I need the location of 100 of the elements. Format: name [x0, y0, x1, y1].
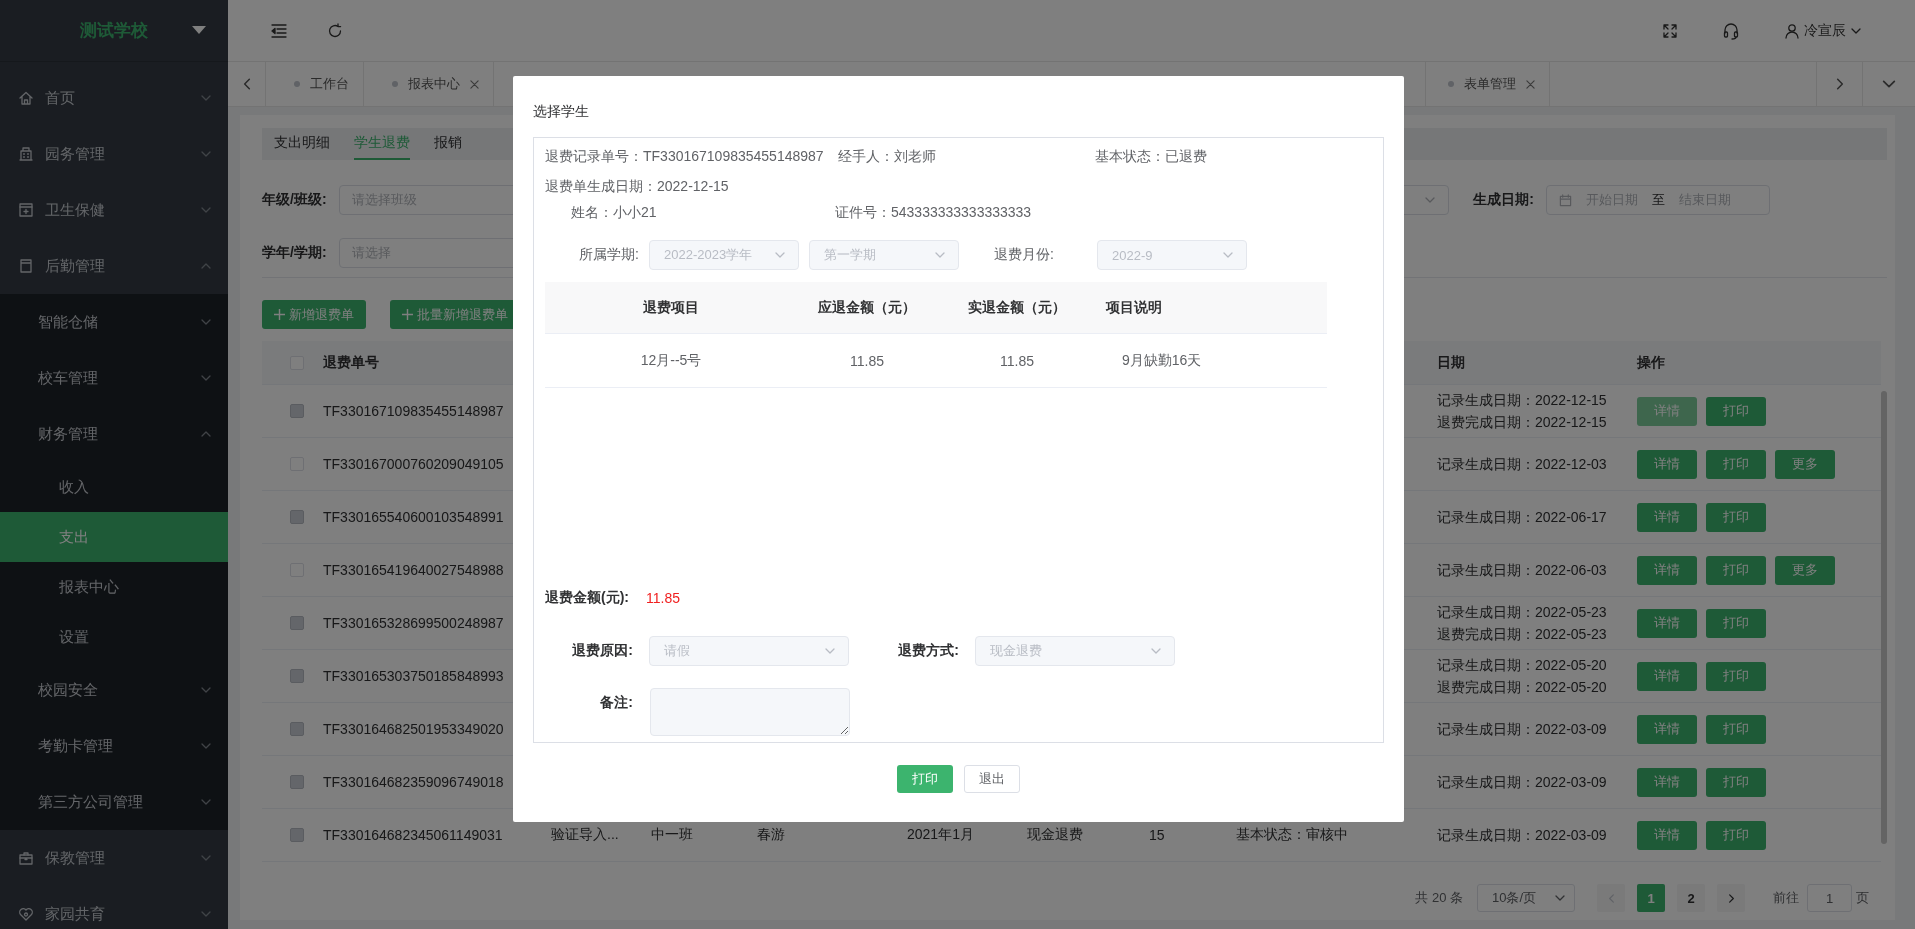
table-cell: TF330165419640027548988	[323, 562, 504, 578]
filter-label: 年级/班级:	[262, 191, 327, 209]
table-cell: 中一班	[651, 826, 693, 842]
menu-item[interactable]: 财务管理	[0, 406, 228, 462]
form-label: 备注:	[599, 693, 633, 712]
page-tab[interactable]: 工作台	[266, 62, 364, 106]
column-header: 日期	[1437, 353, 1466, 372]
medical-box-icon	[18, 202, 34, 218]
menu-item[interactable]: 保教管理	[0, 830, 228, 886]
add-button[interactable]: 新增退费单	[262, 300, 366, 329]
menu-item[interactable]: 设置	[0, 612, 228, 662]
menu-item[interactable]: 首页	[0, 70, 228, 126]
page-button[interactable]: 1	[1637, 884, 1665, 912]
info-text: 经手人：刘老师	[837, 148, 936, 166]
close-icon[interactable]	[1526, 79, 1535, 89]
info-text: 证件号：543333333333333333	[835, 204, 1032, 222]
action-button[interactable]: 更多	[1775, 555, 1835, 585]
fullscreen-icon[interactable]	[1662, 22, 1678, 39]
info-text: 基本状态：已退费	[1095, 148, 1207, 166]
column-header: 退费单号	[323, 353, 380, 372]
menu-item[interactable]: 支出	[0, 512, 228, 562]
menu-item[interactable]: 校园安全	[0, 662, 228, 718]
filter-label: 生成日期:	[1473, 191, 1534, 209]
dialog-title: 选择学生	[533, 102, 590, 121]
user-icon	[1784, 22, 1800, 39]
page-size-select[interactable]: 10条/页	[1477, 884, 1575, 912]
filter-label: 学年/学期:	[262, 244, 327, 262]
action-button[interactable]: 详情	[1637, 449, 1697, 479]
refresh-icon[interactable]	[327, 22, 343, 39]
table-cell: 15	[1149, 827, 1165, 843]
date-cell: 记录生成日期：2022-03-09	[1437, 721, 1607, 737]
table-cell: TF330167000760209049105	[323, 456, 504, 472]
page-tab[interactable]: 报表中心	[364, 62, 494, 106]
action-button[interactable]: 更多	[1775, 449, 1835, 479]
plus-icon	[402, 309, 413, 320]
book-icon	[18, 258, 34, 274]
plus-icon	[274, 309, 285, 320]
table-cell: TF330165540600103548991	[323, 509, 504, 525]
table-cell: 春游	[757, 826, 785, 842]
goto-label: 前往	[1773, 889, 1799, 907]
menu-item[interactable]: 家园共育	[0, 886, 228, 929]
menu-item[interactable]: 园务管理	[0, 126, 228, 182]
tab[interactable]: 支出明细	[274, 128, 330, 160]
page-suffix: 页	[1856, 889, 1869, 907]
dot-icon	[1448, 81, 1454, 87]
calendar-icon	[1559, 193, 1572, 207]
column-header: 退费项目	[643, 298, 699, 315]
column-header: 应退金额（元）	[818, 298, 916, 315]
tab[interactable]: 报销	[434, 128, 462, 160]
page-tab[interactable]: 表单管理	[1425, 62, 1550, 106]
date-cell: 记录生成日期：2022-03-09	[1437, 827, 1607, 843]
menu-item[interactable]: 报表中心	[0, 562, 228, 612]
form-label: 退费月份:	[994, 246, 1055, 264]
menu-item[interactable]: 后勤管理	[0, 238, 228, 294]
user-menu[interactable]: 冷宣辰	[1784, 21, 1862, 40]
date-cell: 记录生成日期：2022-06-17	[1437, 509, 1607, 525]
date-cell: 记录生成日期：2022-05-20 退费完成日期：2022-05-20	[1437, 657, 1607, 695]
table-cell: 11.85	[850, 352, 884, 369]
action-button[interactable]: 详情	[1637, 555, 1697, 585]
page-input[interactable]: 1	[1807, 884, 1852, 912]
page-button[interactable]: 2	[1677, 884, 1705, 912]
select-field[interactable]: 请假	[649, 636, 849, 666]
menu-item[interactable]: 校车管理	[0, 350, 228, 406]
action-button[interactable]: 打印	[1706, 449, 1766, 479]
table-cell: 2021年1月	[907, 826, 974, 842]
select-field[interactable]: 2022-2023学年	[649, 240, 799, 270]
menu-item[interactable]: 收入	[0, 462, 228, 512]
next-page-button[interactable]	[1717, 884, 1745, 912]
briefcase-icon	[18, 850, 34, 866]
table-cell: 验证导入...	[551, 826, 619, 842]
refund-amount: 11.85	[646, 590, 680, 606]
headset-icon[interactable]	[1722, 21, 1740, 40]
menu-item[interactable]: 第三方公司管理	[0, 774, 228, 830]
table-cell: 9月缺勤16天	[1122, 351, 1202, 368]
menu-fold-icon[interactable]	[270, 21, 288, 40]
remark-field[interactable]	[650, 688, 850, 736]
info-text: 退费记录单号：TF330167109835455148987	[545, 148, 824, 166]
tab[interactable]: 学生退费	[354, 128, 410, 160]
menu-item[interactable]: 智能仓储	[0, 294, 228, 350]
table-cell: TF330165303750185848993	[323, 668, 504, 684]
column-header: 实退金额（元）	[968, 298, 1066, 315]
caret-down-icon[interactable]	[192, 26, 206, 35]
dot-icon	[294, 81, 300, 87]
scrollbar[interactable]	[1881, 391, 1887, 844]
column-header: 操作	[1637, 353, 1666, 372]
select-field[interactable]: 2022-9	[1097, 240, 1247, 270]
dot-icon	[392, 81, 398, 87]
date-cell: 记录生成日期：2022-06-03	[1437, 562, 1607, 578]
table-cell: TF330167109835455148987	[323, 403, 504, 419]
action-button[interactable]: 打印	[1706, 555, 1766, 585]
print-button[interactable]: 打印	[897, 765, 953, 793]
menu-item[interactable]: 考勤卡管理	[0, 718, 228, 774]
menu-item[interactable]: 卫生保健	[0, 182, 228, 238]
date-cell: 记录生成日期：2022-03-09	[1437, 774, 1607, 790]
form-label: 退费原因:	[571, 642, 633, 660]
close-icon[interactable]	[470, 79, 479, 89]
select-field[interactable]: 现金退费	[975, 636, 1175, 666]
exit-button[interactable]: 退出	[964, 765, 1020, 793]
table-cell: 12月--5号	[640, 351, 702, 368]
prev-page-button[interactable]	[1597, 884, 1625, 912]
